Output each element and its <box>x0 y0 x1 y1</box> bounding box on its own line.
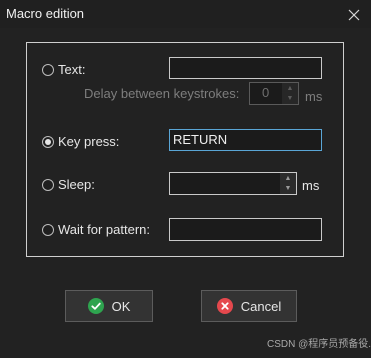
sleep-option[interactable]: Sleep: <box>42 177 95 192</box>
ok-label: OK <box>111 298 131 314</box>
spin-down-icon[interactable]: ▼ <box>280 183 296 194</box>
delay-label: Delay between keystrokes: <box>84 86 240 101</box>
key-press-label: Key press: <box>58 134 120 149</box>
spin-up-icon[interactable]: ▲ <box>280 173 296 184</box>
title-bar: Macro edition <box>0 0 371 28</box>
wait-for-pattern-label: Wait for pattern: <box>58 222 150 237</box>
spin-up-icon[interactable]: ▲ <box>282 83 298 94</box>
delay-row: Delay between keystrokes: <box>84 86 239 101</box>
key-press-radio[interactable] <box>42 135 54 148</box>
ok-button[interactable]: OK <box>65 290 153 322</box>
wait-for-pattern-input[interactable] <box>169 218 322 241</box>
close-button[interactable] <box>340 2 368 26</box>
key-press-option[interactable]: Key press: <box>42 134 119 149</box>
cancel-icon <box>216 298 233 314</box>
spin-down-icon[interactable]: ▼ <box>282 93 298 104</box>
key-press-input[interactable]: RETURN <box>169 129 322 151</box>
window-title: Macro edition <box>6 6 85 21</box>
text-label: Text: <box>58 62 86 77</box>
sleep-label: Sleep: <box>58 177 95 192</box>
cancel-button[interactable]: Cancel <box>201 290 297 322</box>
close-icon <box>348 8 360 21</box>
sleep-unit: ms <box>302 178 320 193</box>
cancel-label: Cancel <box>240 298 282 314</box>
text-input[interactable] <box>169 57 322 79</box>
watermark: CSDN @程序员预备役. <box>267 339 371 350</box>
sleep-radio[interactable] <box>42 178 54 191</box>
check-icon <box>87 298 104 314</box>
text-option[interactable]: Text: <box>42 62 85 77</box>
text-radio[interactable] <box>42 63 54 76</box>
sleep-input[interactable] <box>169 172 297 195</box>
delay-unit: ms <box>305 89 323 104</box>
delay-spinner[interactable]: ▲ ▼ <box>282 83 298 104</box>
sleep-spinner[interactable]: ▲ ▼ <box>280 173 296 194</box>
wait-for-pattern-radio[interactable] <box>42 223 54 236</box>
wait-for-pattern-option[interactable]: Wait for pattern: <box>42 222 150 237</box>
